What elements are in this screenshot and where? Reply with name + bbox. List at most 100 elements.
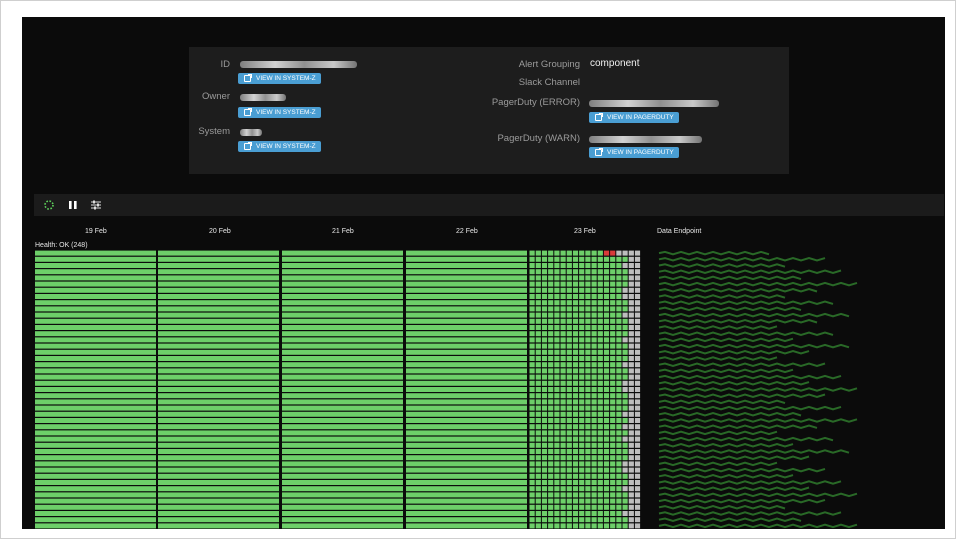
health-cell[interactable]: [158, 306, 279, 312]
health-cell-hourly[interactable]: [610, 300, 616, 306]
health-cell-hourly[interactable]: [529, 418, 535, 423]
health-cell-hourly[interactable]: [616, 430, 622, 436]
health-cell-hourly[interactable]: [554, 362, 560, 368]
health-cell-hourly[interactable]: [628, 461, 634, 467]
health-cell[interactable]: [158, 523, 279, 529]
health-cell-hourly[interactable]: [622, 300, 628, 306]
health-cell-hourly[interactable]: [529, 256, 535, 262]
health-cell-hourly[interactable]: [634, 405, 641, 411]
health-cell-hourly[interactable]: [535, 405, 541, 411]
health-cell-hourly[interactable]: [597, 387, 603, 392]
health-cell-hourly[interactable]: [541, 498, 548, 504]
health-cell-hourly[interactable]: [585, 467, 591, 473]
health-cell[interactable]: [35, 461, 156, 467]
health-cell-hourly[interactable]: [560, 269, 566, 275]
health-cell-hourly[interactable]: [628, 250, 634, 256]
health-cell-hourly[interactable]: [529, 387, 535, 392]
health-cell-hourly[interactable]: [610, 480, 616, 485]
health-cell-hourly[interactable]: [591, 294, 597, 299]
health-cell[interactable]: [406, 318, 527, 324]
health-cell-hourly[interactable]: [616, 269, 622, 275]
health-cell-hourly[interactable]: [597, 374, 603, 380]
health-cell-hourly[interactable]: [628, 411, 634, 417]
health-cell-hourly[interactable]: [585, 461, 591, 467]
health-cell-hourly[interactable]: [585, 405, 591, 411]
health-cell-hourly[interactable]: [566, 362, 572, 368]
health-cell-hourly[interactable]: [548, 306, 554, 312]
health-cell-hourly[interactable]: [634, 256, 641, 262]
health-cell[interactable]: [406, 356, 527, 361]
health-cell-hourly[interactable]: [535, 393, 541, 399]
health-cell-hourly[interactable]: [566, 492, 572, 498]
health-cell[interactable]: [282, 467, 403, 473]
health-cell-hourly[interactable]: [591, 318, 597, 324]
health-cell-hourly[interactable]: [529, 449, 535, 454]
health-cell[interactable]: [406, 393, 527, 399]
health-cell-hourly[interactable]: [634, 356, 641, 361]
health-cell-hourly[interactable]: [572, 461, 579, 467]
health-cell-hourly[interactable]: [579, 300, 585, 306]
health-cell-hourly[interactable]: [622, 405, 628, 411]
health-cell[interactable]: [282, 349, 403, 355]
health-cell-hourly[interactable]: [597, 380, 603, 386]
health-cell[interactable]: [282, 480, 403, 485]
health-cell[interactable]: [35, 511, 156, 516]
health-cell-hourly[interactable]: [579, 405, 585, 411]
health-cell-hourly[interactable]: [622, 250, 628, 256]
health-cell-hourly[interactable]: [597, 504, 603, 510]
health-cell-hourly[interactable]: [616, 312, 622, 318]
health-cell-hourly[interactable]: [603, 492, 610, 498]
health-cell-hourly[interactable]: [628, 523, 634, 529]
health-cell-hourly[interactable]: [616, 455, 622, 461]
health-cell[interactable]: [35, 306, 156, 312]
health-cell-hourly[interactable]: [579, 343, 585, 349]
health-cell-hourly[interactable]: [579, 256, 585, 262]
health-cell-hourly[interactable]: [610, 362, 616, 368]
health-cell-hourly[interactable]: [591, 362, 597, 368]
health-cell-hourly[interactable]: [597, 424, 603, 430]
health-cell[interactable]: [35, 387, 156, 392]
health-cell[interactable]: [158, 300, 279, 306]
health-cell-hourly[interactable]: [610, 380, 616, 386]
health-cell[interactable]: [158, 405, 279, 411]
health-cell-hourly[interactable]: [541, 492, 548, 498]
health-cell[interactable]: [158, 263, 279, 268]
health-cell-hourly[interactable]: [572, 436, 579, 442]
health-cell[interactable]: [406, 387, 527, 392]
health-cell-hourly[interactable]: [548, 473, 554, 479]
health-cell-hourly[interactable]: [579, 418, 585, 423]
health-cell-hourly[interactable]: [541, 356, 548, 361]
health-cell-hourly[interactable]: [603, 461, 610, 467]
health-cell-hourly[interactable]: [591, 405, 597, 411]
health-cell-hourly[interactable]: [622, 312, 628, 318]
health-cell-hourly[interactable]: [603, 511, 610, 516]
health-cell-hourly[interactable]: [603, 455, 610, 461]
health-cell-hourly[interactable]: [585, 250, 591, 256]
health-cell-hourly[interactable]: [579, 275, 585, 281]
health-cell[interactable]: [158, 387, 279, 392]
health-cell-hourly[interactable]: [541, 325, 548, 330]
health-cell-hourly[interactable]: [591, 306, 597, 312]
health-cell-hourly[interactable]: [566, 387, 572, 392]
health-cell[interactable]: [35, 275, 156, 281]
health-cell-hourly[interactable]: [529, 411, 535, 417]
health-cell-hourly[interactable]: [548, 331, 554, 337]
health-cell-hourly[interactable]: [529, 343, 535, 349]
health-cell-hourly[interactable]: [579, 294, 585, 299]
health-cell-hourly[interactable]: [535, 287, 541, 293]
health-cell-hourly[interactable]: [628, 269, 634, 275]
health-cell-hourly[interactable]: [603, 300, 610, 306]
health-cell-hourly[interactable]: [579, 362, 585, 368]
health-cell-hourly[interactable]: [548, 399, 554, 405]
health-cell-hourly[interactable]: [541, 312, 548, 318]
health-cell-hourly[interactable]: [628, 306, 634, 312]
health-cell-hourly[interactable]: [603, 269, 610, 275]
health-grid[interactable]: [34, 250, 644, 529]
health-cell-hourly[interactable]: [579, 455, 585, 461]
health-cell[interactable]: [158, 411, 279, 417]
health-cell-hourly[interactable]: [566, 325, 572, 330]
health-cell-hourly[interactable]: [622, 256, 628, 262]
health-cell-hourly[interactable]: [622, 275, 628, 281]
health-cell[interactable]: [406, 362, 527, 368]
health-cell-hourly[interactable]: [554, 424, 560, 430]
